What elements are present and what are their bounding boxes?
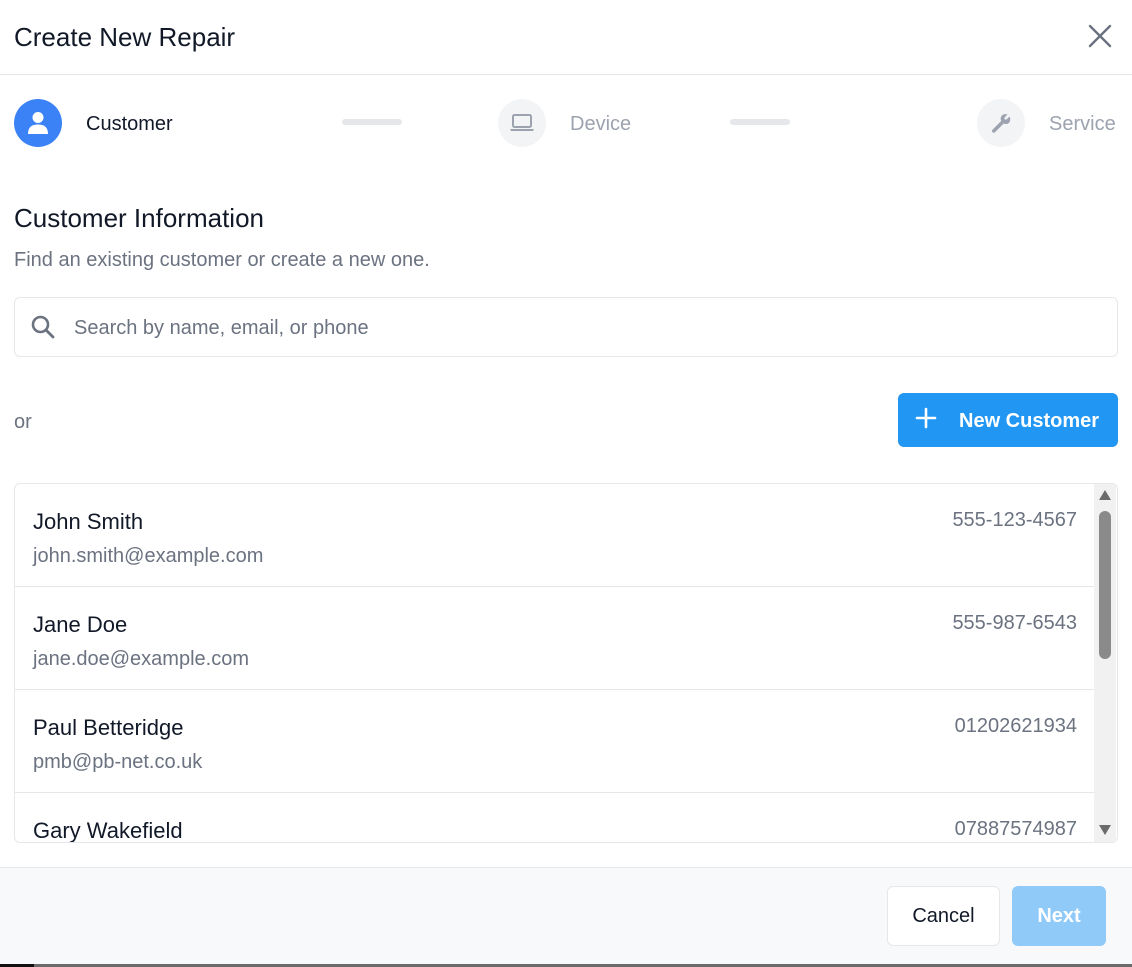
- step-connector: [730, 119, 790, 125]
- wrench-icon: [991, 114, 1011, 133]
- step-connector: [342, 119, 402, 125]
- search-input[interactable]: [74, 314, 1094, 342]
- scrollbar-thumb[interactable]: [1099, 511, 1111, 659]
- search-icon: [31, 315, 55, 339]
- dialog-header: Create New Repair: [0, 0, 1132, 75]
- cancel-button[interactable]: Cancel: [887, 886, 1000, 946]
- plus-icon: [915, 407, 937, 429]
- customer-name: Jane Doe: [33, 612, 128, 637]
- new-customer-button[interactable]: New Customer: [898, 393, 1118, 447]
- customer-row[interactable]: John Smith john.smith@example.com 555-12…: [15, 484, 1095, 587]
- customer-phone: 07887574987: [954, 818, 1077, 840]
- step-device: [498, 99, 546, 147]
- scroll-up-arrow-icon[interactable]: [1098, 489, 1112, 501]
- customer-phone: 01202621934: [954, 715, 1077, 737]
- close-icon: [1088, 24, 1112, 48]
- next-button[interactable]: Next: [1012, 886, 1106, 946]
- section-subtitle: Find an existing customer or create a ne…: [14, 249, 430, 271]
- dialog-title: Create New Repair: [14, 22, 236, 52]
- customer-row[interactable]: Paul Betteridge pmb@pb-net.co.uk 0120262…: [15, 690, 1095, 793]
- step-label-device: Device: [570, 113, 632, 135]
- customer-email: john.smith@example.com: [33, 545, 264, 567]
- customer-name: Gary Wakefield: [33, 818, 183, 843]
- customer-phone: 555-987-6543: [952, 612, 1077, 634]
- new-customer-label: New Customer: [959, 410, 1100, 432]
- step-customer: [14, 99, 62, 147]
- close-button[interactable]: [1084, 20, 1116, 52]
- step-service: [977, 99, 1025, 147]
- step-label-service: Service: [1049, 113, 1116, 135]
- or-separator: or: [14, 411, 32, 433]
- customer-email: jane.doe@example.com: [33, 648, 249, 670]
- stepper: Customer Device Service: [0, 98, 1132, 148]
- customer-row[interactable]: Jane Doe jane.doe@example.com 555-987-65…: [15, 587, 1095, 690]
- customer-list[interactable]: John Smith john.smith@example.com 555-12…: [14, 483, 1118, 843]
- user-icon: [28, 112, 48, 134]
- customer-email: pmb@pb-net.co.uk: [33, 751, 203, 773]
- scroll-down-arrow-icon[interactable]: [1098, 824, 1112, 836]
- section-title: Customer Information: [14, 203, 264, 233]
- customer-row[interactable]: Gary Wakefield 07887574987: [15, 793, 1095, 843]
- customer-name: John Smith: [33, 509, 144, 534]
- laptop-icon: [510, 114, 534, 131]
- step-label-customer: Customer: [86, 113, 173, 135]
- customer-phone: 555-123-4567: [952, 509, 1077, 531]
- customer-name: Paul Betteridge: [33, 715, 184, 740]
